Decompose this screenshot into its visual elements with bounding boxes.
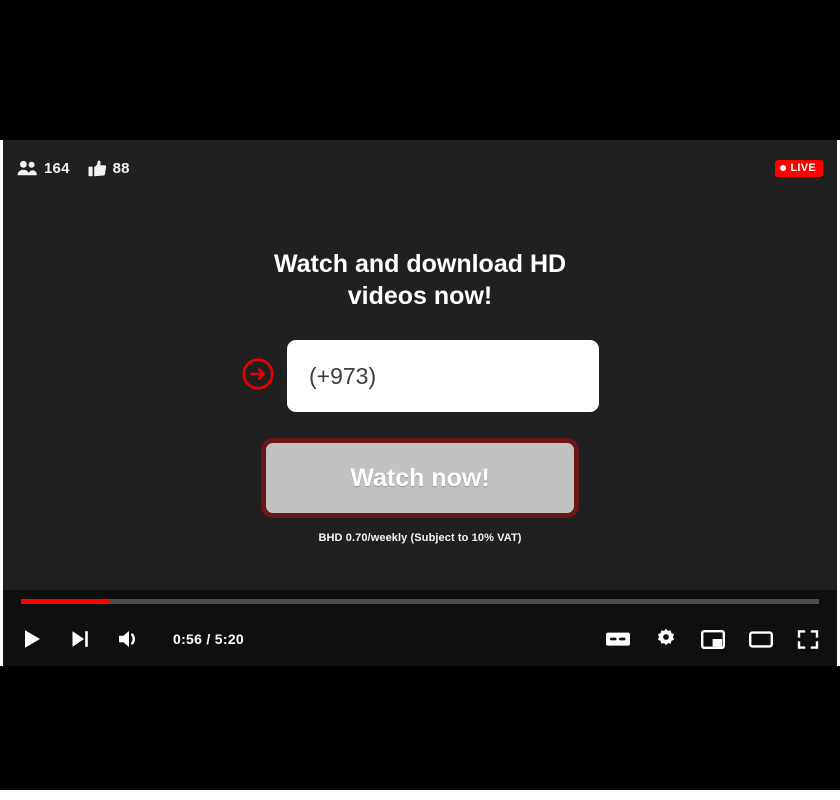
- people-icon: [17, 160, 38, 176]
- status-badge-live: LIVE: [775, 159, 823, 177]
- letterbox-top: [0, 0, 840, 140]
- page-title: Watch and download HD videos now!: [273, 250, 567, 310]
- promo-overlay: Watch and download HD videos now! Watch …: [3, 248, 837, 544]
- phone-entry-row: [241, 340, 599, 412]
- settings-button[interactable]: [655, 628, 677, 650]
- phone-number-input[interactable]: [287, 340, 599, 412]
- next-button[interactable]: [69, 628, 91, 650]
- video-player[interactable]: 164 88 LIVE Watch and download HD videos…: [3, 140, 837, 666]
- player-top-overlay: 164 88 LIVE: [3, 140, 837, 196]
- theater-button[interactable]: [749, 629, 773, 650]
- volume-button[interactable]: [117, 628, 143, 650]
- player-control-bar: 0:56 / 5:20: [3, 590, 837, 666]
- fullscreen-button[interactable]: [797, 629, 819, 650]
- arrow-right-circle-icon: [241, 357, 275, 396]
- page-root: 164 88 LIVE Watch and download HD videos…: [0, 0, 840, 800]
- progress-bar[interactable]: [21, 599, 819, 604]
- miniplayer-button[interactable]: [701, 629, 725, 650]
- control-buttons-row: 0:56 / 5:20: [3, 612, 837, 666]
- pricing-disclaimer: BHD 0.70/weekly (Subject to 10% VAT): [318, 532, 522, 544]
- live-dot-icon: [780, 165, 787, 171]
- viewer-count-value: 164: [44, 159, 70, 177]
- viewer-count: 164: [17, 160, 70, 177]
- progress-bar-fill: [21, 599, 109, 604]
- like-count-value: 88: [112, 159, 130, 177]
- thumbs-up-icon: [88, 160, 107, 177]
- time-display: 0:56 / 5:20: [173, 631, 245, 647]
- watch-now-button[interactable]: Watch now!: [261, 438, 579, 518]
- play-button[interactable]: [21, 628, 43, 650]
- letterbox-bottom: [0, 666, 840, 790]
- captions-button[interactable]: [605, 629, 631, 649]
- stats-group: 164 88: [17, 160, 130, 177]
- like-count: 88: [88, 160, 130, 177]
- live-badge-label: LIVE: [790, 161, 816, 174]
